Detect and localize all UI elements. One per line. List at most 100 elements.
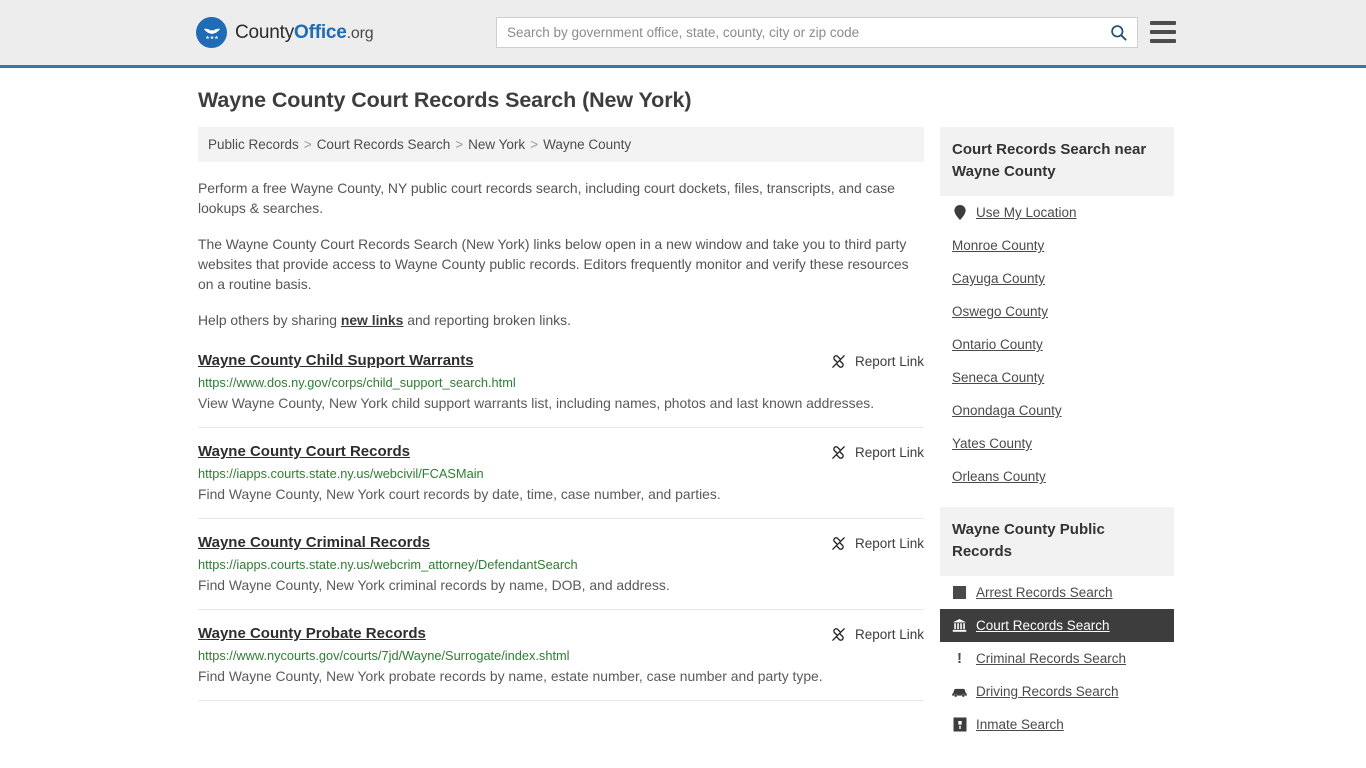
breadcrumb: Public Records > Court Records Search > New …	[198, 127, 924, 162]
breadcrumb-item-new-york[interactable]: New York	[468, 137, 525, 152]
search-bar	[496, 17, 1138, 48]
broken-link-icon	[832, 628, 845, 641]
list-item: Orleans County	[940, 460, 1174, 493]
public-records-panel: Wayne County Public Records Arrest Recor…	[940, 507, 1174, 741]
result-item: Wayne County Criminal Records Report Lin…	[198, 534, 924, 610]
intro-paragraph-1: Perform a free Wayne County, NY public c…	[198, 180, 895, 216]
intro-paragraph-2: The Wayne County Court Records Search (N…	[198, 236, 909, 292]
result-url: https://www.dos.ny.gov/corps/child_suppo…	[198, 375, 516, 390]
map-pin-icon	[952, 205, 967, 220]
list-item: Arrest Records Search	[940, 576, 1174, 609]
result-url: https://iapps.courts.state.ny.us/webcivi…	[198, 466, 484, 481]
menu-bar-2	[1150, 30, 1176, 34]
hamburger-menu-icon[interactable]	[1150, 18, 1176, 46]
search-button[interactable]	[1099, 18, 1137, 47]
brand-part-tld: .org	[346, 24, 374, 42]
exclamation-icon: !	[957, 650, 962, 667]
brand-part-county: County	[235, 21, 295, 43]
sidebar-item-ontario-county[interactable]: Ontario County	[940, 328, 1174, 361]
search-input[interactable]	[497, 18, 1099, 47]
sidebar-item-seneca-county[interactable]: Seneca County	[940, 361, 1174, 394]
new-links-link[interactable]: new links	[341, 312, 404, 328]
public-records-list: Arrest Records Search Court Records Sear…	[940, 576, 1174, 741]
car-icon	[952, 684, 967, 699]
report-link-label: Report Link	[854, 445, 924, 460]
report-link-button[interactable]: Report Link	[830, 535, 924, 552]
sidebar-item-label: Driving Records Search	[976, 684, 1119, 699]
site-logo-text: CountyOffice.org	[235, 21, 374, 44]
page-title: Wayne County Court Records Search (New Y…	[198, 88, 692, 112]
sidebar-item-label: Ontario County	[952, 337, 1043, 352]
result-header: Wayne County Probate Records Report Link	[198, 625, 924, 643]
sidebar-item-label: Criminal Records Search	[976, 651, 1127, 666]
report-link-button[interactable]: Report Link	[830, 353, 924, 370]
result-description: View Wayne County, New York child suppor…	[198, 395, 875, 411]
breadcrumb-item-wayne-county[interactable]: Wayne County	[543, 137, 631, 152]
intro-p3-before: Help others by sharing	[198, 312, 341, 328]
courthouse-icon	[952, 618, 967, 633]
eagle-shield-logo-icon	[196, 17, 227, 48]
breadcrumb-item-court-records-search[interactable]: Court Records Search	[317, 137, 451, 152]
list-item: Onondaga County	[940, 394, 1174, 427]
sidebar-item-monroe-county[interactable]: Monroe County	[940, 229, 1174, 262]
sidebar-item-label: Oswego County	[952, 304, 1049, 319]
site-logo[interactable]: CountyOffice.org	[196, 17, 374, 48]
list-item: Inmate Search	[940, 708, 1174, 741]
sidebar-item-driving-records-search[interactable]: Driving Records Search	[940, 675, 1174, 708]
result-title-link[interactable]: Wayne County Probate Records	[198, 625, 426, 642]
result-title-link[interactable]: Wayne County Court Records	[198, 443, 410, 460]
broken-link-icon	[832, 355, 845, 368]
report-link-button[interactable]: Report Link	[830, 626, 924, 643]
report-link-button[interactable]: Report Link	[830, 444, 924, 461]
menu-bar-3	[1150, 39, 1176, 43]
list-item: Ontario County	[940, 328, 1174, 361]
sidebar: Court Records Search near Wayne County U…	[940, 127, 1174, 755]
result-description: Find Wayne County, New York court record…	[198, 486, 721, 502]
sidebar-item-label: Seneca County	[952, 370, 1045, 385]
list-item: Monroe County	[940, 229, 1174, 262]
result-description: Find Wayne County, New York criminal rec…	[198, 577, 670, 593]
list-item: Seneca County	[940, 361, 1174, 394]
result-title-link[interactable]: Wayne County Criminal Records	[198, 534, 430, 551]
sidebar-item-label: Onondaga County	[952, 403, 1062, 418]
list-item: Court Records Search	[940, 609, 1174, 642]
sidebar-item-label: Orleans County	[952, 469, 1046, 484]
sidebar-item-orleans-county[interactable]: Orleans County	[940, 460, 1174, 493]
sidebar-item-label: Inmate Search	[976, 717, 1064, 732]
sidebar-item-court-records-search[interactable]: Court Records Search	[940, 609, 1174, 642]
site-header: CountyOffice.org	[0, 0, 1366, 68]
page-container: Wayne County Court Records Search (New Y…	[193, 88, 1174, 755]
sidebar-item-label: Arrest Records Search	[976, 585, 1113, 600]
sidebar-item-label: Court Records Search	[976, 618, 1110, 633]
sidebar-item-onondaga-county[interactable]: Onondaga County	[940, 394, 1174, 427]
nearby-search-panel: Court Records Search near Wayne County U…	[940, 127, 1174, 493]
content-columns: Public Records > Court Records Search > New …	[193, 127, 1174, 755]
sidebar-item-arrest-records-search[interactable]: Arrest Records Search	[940, 576, 1174, 609]
result-title-link[interactable]: Wayne County Child Support Warrants	[198, 352, 474, 369]
intro-paragraph-3: Help others by sharing new links and rep…	[198, 310, 924, 330]
breadcrumb-item-public-records[interactable]: Public Records	[208, 137, 299, 152]
sidebar-item-label: Yates County	[952, 436, 1033, 451]
breadcrumb-separator: >	[303, 137, 312, 152]
list-item: Use My Location	[940, 196, 1174, 229]
brand-part-office: Office	[294, 21, 347, 43]
search-icon	[1110, 25, 1127, 41]
nearby-county-list: Use My Location Monroe County Cayuga Cou…	[940, 196, 1174, 493]
sidebar-item-use-my-location[interactable]: Use My Location	[940, 196, 1174, 229]
sidebar-item-label: Monroe County	[952, 238, 1045, 253]
sidebar-item-inmate-search[interactable]: Inmate Search	[940, 708, 1174, 741]
report-link-label: Report Link	[854, 536, 924, 551]
results-list: Wayne County Child Support Warrants Repo…	[198, 352, 924, 701]
result-url: https://www.nycourts.gov/courts/7jd/Wayn…	[198, 648, 570, 663]
result-header: Wayne County Court Records Report Link	[198, 443, 924, 461]
result-header: Wayne County Criminal Records Report Lin…	[198, 534, 924, 552]
list-item: Driving Records Search	[940, 675, 1174, 708]
nearby-panel-heading: Court Records Search near Wayne County	[940, 127, 1174, 196]
sidebar-item-criminal-records-search[interactable]: ! Criminal Records Search	[940, 642, 1174, 675]
intro-text: Perform a free Wayne County, NY public c…	[198, 178, 924, 330]
result-item: Wayne County Probate Records Report Link…	[198, 625, 924, 701]
sidebar-item-yates-county[interactable]: Yates County	[940, 427, 1174, 460]
result-item: Wayne County Child Support Warrants Repo…	[198, 352, 924, 428]
sidebar-item-cayuga-county[interactable]: Cayuga County	[940, 262, 1174, 295]
sidebar-item-oswego-county[interactable]: Oswego County	[940, 295, 1174, 328]
